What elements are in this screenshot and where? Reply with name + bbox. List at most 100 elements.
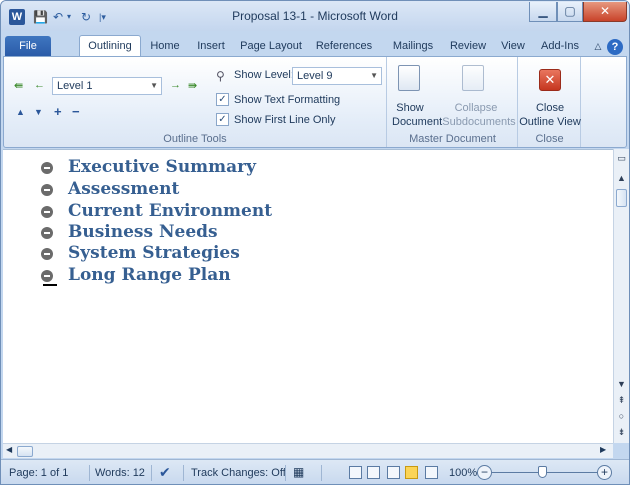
outline-bullet-icon[interactable]: [41, 270, 53, 282]
scroll-right-icon[interactable]: ▶: [600, 445, 606, 454]
ribbon: ⇚ ← Level 1 ▼ → ⇛ ▲ ▼ + − ⚲ Show Level: …: [3, 56, 627, 148]
horizontal-scrollbar[interactable]: ◀ ▶: [3, 443, 613, 458]
ribbon-tabs: File Outlining Home Insert Page Layout R…: [1, 33, 629, 58]
close-group-label: Close: [535, 133, 564, 145]
outline-level-value: Level 1: [57, 80, 93, 92]
show-document-label-line1: Show: [396, 102, 424, 114]
tab-insert[interactable]: Insert: [189, 36, 233, 57]
promote-icon[interactable]: ←: [34, 79, 45, 91]
collapse-icon[interactable]: −: [72, 104, 80, 119]
status-divider: [151, 465, 152, 481]
document-area[interactable]: Executive Summary Assessment Current Env…: [3, 149, 613, 443]
promote-to-heading-1-icon[interactable]: ⇚: [14, 79, 23, 92]
track-changes-status[interactable]: Track Changes: Off: [191, 467, 286, 479]
print-layout-view-icon[interactable]: [349, 466, 362, 479]
outline-item-text[interactable]: Long Range Plan: [68, 265, 231, 285]
status-divider: [321, 465, 322, 481]
demote-icon[interactable]: →: [170, 79, 181, 91]
scroll-up-icon[interactable]: ▲: [615, 171, 628, 185]
zoom-slider-thumb[interactable]: [538, 466, 547, 478]
outline-level-select[interactable]: Level 1 ▼: [52, 77, 162, 95]
tab-references[interactable]: References: [309, 36, 379, 57]
outline-tools-label: Outline Tools: [163, 133, 227, 145]
show-document-label-line2: Document: [392, 116, 443, 128]
outline-bullet-icon[interactable]: [41, 227, 53, 239]
tab-outlining[interactable]: Outlining: [79, 35, 141, 58]
collapse-label-line1: Collapse: [454, 102, 498, 114]
show-document-button[interactable]: Show: [388, 101, 432, 115]
status-divider: [89, 465, 90, 481]
maximize-button[interactable]: ▢: [557, 2, 583, 22]
minimize-button[interactable]: ▁: [529, 2, 557, 22]
close-outline-label-line2[interactable]: Outline View: [519, 115, 581, 129]
zoom-out-button[interactable]: −: [477, 465, 492, 480]
demote-to-body-text-icon[interactable]: ⇛: [188, 79, 197, 92]
show-level-icon: ⚲: [216, 69, 225, 83]
outline-bullet-icon[interactable]: [41, 206, 53, 218]
move-down-icon[interactable]: ▼: [34, 107, 43, 117]
outline-bullet-icon[interactable]: [41, 184, 53, 196]
tab-mailings[interactable]: Mailings: [385, 36, 441, 57]
master-document-label: Master Document: [409, 133, 496, 145]
tab-add-ins[interactable]: Add-Ins: [535, 36, 585, 57]
vertical-scrollbar[interactable]: ▭ ▲ ▼ ⇞ ○ ⇟: [613, 149, 629, 443]
outline-view-icon[interactable]: [405, 466, 418, 479]
outline-tools-group: ⇚ ← Level 1 ▼ → ⇛ ▲ ▼ + − ⚲ Show Level: …: [4, 57, 387, 147]
ruler-toggle-icon[interactable]: ▭: [615, 151, 628, 165]
close-outline-view-icon[interactable]: ✕: [539, 69, 561, 91]
show-first-line-only-label: Show First Line Only: [234, 114, 336, 126]
collapse-label-line2: Subdocuments: [442, 116, 516, 128]
title-bar: W 💾 ↶ ▾ ↻ |▾ Proposal 13-1 - Microsoft W…: [1, 1, 629, 31]
move-up-icon[interactable]: ▲: [16, 107, 25, 117]
scroll-down-icon[interactable]: ▼: [615, 377, 628, 391]
show-first-line-only-checkbox[interactable]: ✓: [216, 113, 229, 126]
tab-home[interactable]: Home: [143, 36, 187, 57]
full-screen-reading-view-icon[interactable]: [367, 466, 380, 479]
end-of-document-marker: [43, 284, 57, 286]
chevron-down-icon: ▼: [370, 71, 378, 80]
vertical-scroll-thumb[interactable]: [616, 189, 627, 207]
previous-page-icon[interactable]: ⇞: [615, 393, 628, 407]
chevron-down-icon: ▼: [150, 81, 158, 90]
proofing-icon[interactable]: ✔: [159, 464, 171, 481]
macro-recording-icon[interactable]: ▦: [293, 465, 304, 479]
status-divider: [285, 465, 286, 481]
status-divider: [183, 465, 184, 481]
outline-item-text[interactable]: Assessment: [68, 179, 179, 199]
web-layout-view-icon[interactable]: [387, 466, 400, 479]
outline-item-text[interactable]: Business Needs: [68, 222, 218, 242]
outline-item-text[interactable]: System Strategies: [68, 243, 240, 263]
zoom-level[interactable]: 100%: [449, 467, 477, 479]
outline-item-text[interactable]: Current Environment: [68, 201, 272, 221]
master-document-group: Show Collapse Document Subdocuments Mast…: [388, 57, 518, 147]
select-browse-object-icon[interactable]: ○: [615, 409, 628, 423]
show-text-formatting-checkbox[interactable]: ✓: [216, 93, 229, 106]
tab-file[interactable]: File: [5, 36, 51, 57]
page-count[interactable]: Page: 1 of 1: [9, 467, 68, 479]
tab-view[interactable]: View: [495, 36, 531, 57]
close-window-button[interactable]: ✕: [583, 2, 627, 22]
tab-page-layout[interactable]: Page Layout: [235, 36, 307, 57]
show-level-value: Level 9: [297, 70, 333, 82]
close-outline-label-line1[interactable]: Close: [519, 101, 581, 115]
word-window: W 💾 ↶ ▾ ↻ |▾ Proposal 13-1 - Microsoft W…: [0, 0, 630, 485]
outline-item-text[interactable]: Executive Summary: [68, 157, 256, 177]
word-count[interactable]: Words: 12: [95, 467, 145, 479]
help-icon[interactable]: ?: [607, 39, 623, 55]
horizontal-scroll-thumb[interactable]: [17, 446, 33, 457]
show-level-select[interactable]: Level 9 ▼: [292, 67, 382, 85]
status-bar: Page: 1 of 1 Words: 12 ✔ Track Changes: …: [1, 459, 629, 484]
tab-review[interactable]: Review: [443, 36, 493, 57]
next-page-icon[interactable]: ⇟: [615, 425, 628, 439]
collapse-subdocuments-icon[interactable]: [462, 65, 484, 91]
outline-bullet-icon[interactable]: [41, 162, 53, 174]
minimize-ribbon-icon[interactable]: △: [591, 36, 605, 57]
scroll-left-icon[interactable]: ◀: [6, 445, 12, 454]
show-document-icon[interactable]: [398, 65, 420, 91]
draft-view-icon[interactable]: [425, 466, 438, 479]
show-text-formatting-label: Show Text Formatting: [234, 94, 341, 106]
expand-icon[interactable]: +: [54, 104, 62, 119]
zoom-in-button[interactable]: +: [597, 465, 612, 480]
outline-bullet-icon[interactable]: [41, 248, 53, 260]
close-group: ✕ Close Outline View Close: [519, 57, 581, 147]
